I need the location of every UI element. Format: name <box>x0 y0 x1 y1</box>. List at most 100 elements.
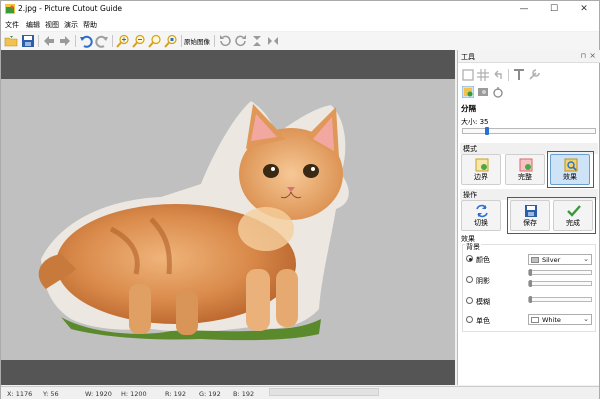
mono-radio[interactable] <box>466 316 473 323</box>
app-window: 2.jpg - Picture Cutout Guide — ☐ ✕ 文件 编辑… <box>0 0 600 399</box>
color-select[interactable]: Silver ⌄ <box>528 254 592 265</box>
pin-icon[interactable]: ⊓ <box>581 52 586 60</box>
size-slider[interactable] <box>462 127 596 135</box>
zoom-out-icon[interactable] <box>132 34 146 48</box>
back-arrow-icon[interactable] <box>42 34 56 48</box>
status-blue: B: 192 <box>233 390 255 398</box>
shadow-slider-a[interactable] <box>528 269 592 276</box>
toggle-button[interactable]: 切换 <box>461 200 501 231</box>
blur-slider[interactable] <box>528 296 592 303</box>
open-folder-icon[interactable] <box>4 34 18 48</box>
size-slider-thumb[interactable] <box>485 127 489 135</box>
close-icon: ✕ <box>580 4 588 14</box>
status-green: G: 192 <box>199 390 221 398</box>
effect-tool-icon[interactable] <box>492 86 504 98</box>
minimize-icon: — <box>519 4 529 14</box>
undo-icon[interactable] <box>79 34 93 48</box>
zoom-fit-icon[interactable] <box>148 34 162 48</box>
ops-section-title: 操作 <box>463 191 477 199</box>
size-label: 大小: 35 <box>461 118 489 126</box>
full-mode-button[interactable]: 完整 <box>505 154 545 185</box>
zoom-in-icon[interactable] <box>116 34 130 48</box>
mode-section-title: 模式 <box>463 145 477 153</box>
highlight-box-mode <box>547 151 594 188</box>
border-mode-icon <box>475 158 489 172</box>
split-section-title: 分隔 <box>461 104 476 113</box>
close-button[interactable]: ✕ <box>569 1 599 18</box>
rotate-right-icon[interactable] <box>234 34 248 48</box>
wrench-icon[interactable] <box>528 69 540 81</box>
toolbar-separator <box>214 35 215 47</box>
status-red: R: 192 <box>165 390 186 398</box>
tool-panel: 工具 ⊓ × 分隔 大小: 35 模式 边界 完整 效果 操作 切换 保存 完成… <box>457 50 600 385</box>
color-select-value: Silver <box>542 256 561 264</box>
color-swatch <box>531 257 539 263</box>
mono-swatch <box>531 317 539 323</box>
app-icon <box>5 4 15 14</box>
toolbar-separator <box>75 35 76 47</box>
zoom-actual-icon[interactable] <box>164 34 178 48</box>
mono-select[interactable]: White ⌄ <box>528 314 592 325</box>
menu-help[interactable]: 帮助 <box>83 20 97 30</box>
flip-horizontal-icon[interactable] <box>266 34 280 48</box>
color-radio-label: 颜色 <box>476 256 490 264</box>
crop-icon[interactable] <box>462 69 474 81</box>
image-preview[interactable] <box>1 79 455 360</box>
maximize-icon: ☐ <box>549 4 559 14</box>
title-bar: 2.jpg - Picture Cutout Guide — ☐ ✕ <box>1 1 599 18</box>
blur-slider-thumb[interactable] <box>529 296 532 303</box>
status-height: H: 1200 <box>121 390 147 398</box>
background-group-title: 背景 <box>465 242 481 252</box>
chevron-down-icon: ⌄ <box>583 255 589 263</box>
tool-panel-header: 工具 ⊓ × <box>458 50 600 63</box>
mono-select-value: White <box>542 316 561 324</box>
menu-bar: 文件 编辑 视图 演示 帮助 <box>1 18 599 31</box>
toolbar-separator <box>181 35 182 47</box>
border-mode-label: 边界 <box>474 173 488 181</box>
status-width: W: 1920 <box>85 390 112 398</box>
status-x: X: 1176 <box>7 390 33 398</box>
panel-separator <box>508 69 509 81</box>
border-mode-button[interactable]: 边界 <box>461 154 501 185</box>
save-icon[interactable] <box>21 34 35 48</box>
rotate-left-icon[interactable] <box>218 34 232 48</box>
tool-panel-title: 工具 <box>461 53 475 61</box>
forward-arrow-icon[interactable] <box>58 34 72 48</box>
horizontal-scrollbar[interactable] <box>269 388 379 396</box>
chevron-down-icon: ⌄ <box>583 315 589 323</box>
shadow-slider-b[interactable] <box>528 280 592 287</box>
text-icon[interactable] <box>513 69 525 81</box>
toggle-icon <box>476 204 488 218</box>
shadow-slider-a-thumb[interactable] <box>529 269 532 276</box>
menu-demo[interactable]: 演示 <box>64 20 78 30</box>
toolbar-separator <box>112 35 113 47</box>
maximize-button[interactable]: ☐ <box>539 1 569 18</box>
status-y: Y: 56 <box>43 390 59 398</box>
toggle-label: 切换 <box>474 219 488 227</box>
shadow-radio-label: 阴影 <box>476 277 490 285</box>
toolbar: 原始图像 <box>1 32 599 50</box>
image-tool-icon[interactable] <box>477 86 489 98</box>
kitten-cutout-image <box>38 101 349 341</box>
window-title: 2.jpg - Picture Cutout Guide <box>18 4 123 13</box>
original-image-button[interactable]: 原始图像 <box>184 36 210 46</box>
menu-file[interactable]: 文件 <box>5 20 19 30</box>
menu-edit[interactable]: 编辑 <box>26 20 40 30</box>
flip-vertical-icon[interactable] <box>250 34 264 48</box>
mono-radio-label: 单色 <box>476 317 490 325</box>
shadow-slider-b-thumb[interactable] <box>529 280 532 287</box>
cutout-tool-icon[interactable] <box>462 86 474 98</box>
minimize-button[interactable]: — <box>509 1 539 18</box>
blur-radio[interactable] <box>466 297 473 304</box>
color-radio[interactable] <box>466 255 473 262</box>
menu-view[interactable]: 视图 <box>45 20 59 30</box>
toolbar-separator <box>38 35 39 47</box>
blur-radio-label: 模糊 <box>476 298 490 306</box>
shadow-radio[interactable] <box>466 276 473 283</box>
full-mode-icon <box>519 158 533 172</box>
undo-tool-icon[interactable] <box>492 69 504 81</box>
panel-close-icon[interactable]: × <box>589 51 596 60</box>
highlight-box-ops <box>507 197 596 234</box>
redo-icon[interactable] <box>95 34 109 48</box>
grid-icon[interactable] <box>477 69 489 81</box>
